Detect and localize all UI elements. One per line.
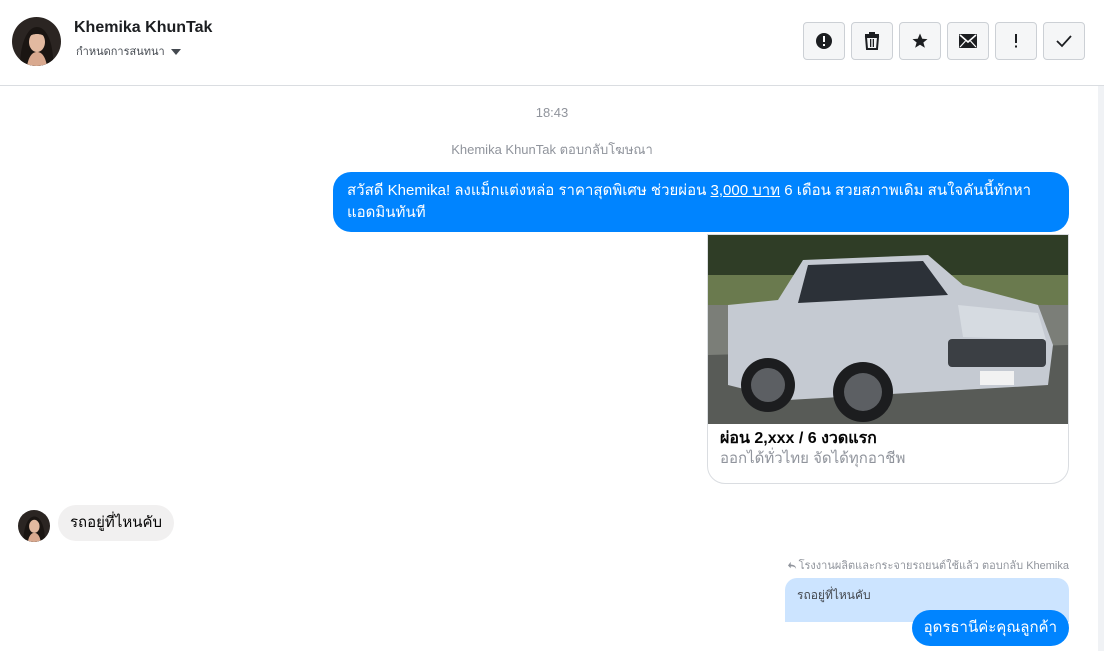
mark-spam-button[interactable] [803, 22, 845, 60]
ad-card[interactable]: ผ่อน 2,xxx / 6 งวดแรก ออกได้ทั่วไทย จัดไ… [707, 234, 1069, 484]
exclamation-icon [1015, 34, 1017, 48]
mark-done-button[interactable] [1043, 22, 1085, 60]
outgoing-message-text: สวัสดี Khemika! ลงแม็กแต่งหล่อ ราคาสุดพิ… [347, 182, 711, 199]
trash-icon [864, 32, 880, 50]
conversation-toolbar [803, 22, 1085, 60]
message-thread: 18:43 Khemika KhunTak ตอบกลับโฆษณา สวัสด… [0, 86, 1104, 651]
contact-avatar[interactable] [12, 17, 61, 66]
assign-conversation-dropdown[interactable]: กำหนดการสนทนา [76, 42, 181, 60]
message-timestamp: 18:43 [535, 105, 569, 120]
reply-quote-note: โรงงานผลิตและกระจายรถยนต์ใช้แล้ว ตอบกลับ… [787, 556, 1069, 574]
caret-down-icon [170, 48, 181, 55]
mark-unread-button[interactable] [947, 22, 989, 60]
envelope-icon [959, 34, 977, 48]
conversation-header: Khemika KhunTak กำหนดการสนทนา [0, 0, 1104, 86]
alert-circle-icon [816, 33, 832, 49]
star-icon [912, 33, 928, 48]
reply-message-bubble: อุดรธานีค่ะคุณลูกค้า [911, 610, 1069, 646]
checkmark-icon [1056, 35, 1072, 48]
star-button[interactable] [899, 22, 941, 60]
outgoing-message-bubble: สวัสดี Khemika! ลงแม็กแต่งหล่อ ราคาสุดพิ… [333, 172, 1069, 232]
assign-label: กำหนดการสนทนา [76, 46, 165, 58]
ad-reply-note: Khemika KhunTak ตอบกลับโฆษณา [451, 142, 653, 157]
delete-button[interactable] [851, 22, 893, 60]
reply-quote-note-text: โรงงานผลิตและกระจายรถยนต์ใช้แล้ว ตอบกลับ… [798, 560, 1069, 572]
ad-card-subtitle: ออกได้ทั่วไทย จัดได้ทุกอาชีพ [720, 450, 906, 467]
price-highlight: 3,000 บาท [710, 182, 781, 199]
follow-up-button[interactable] [995, 22, 1037, 60]
reply-arrow-icon [787, 561, 796, 569]
contact-name[interactable]: Khemika KhunTak [74, 19, 212, 37]
incoming-message-bubble: รถอยู่ที่ไหนคับ [58, 505, 175, 541]
sender-avatar [18, 510, 50, 542]
ad-card-image [708, 235, 1068, 424]
thread-scrollbar[interactable] [1098, 86, 1104, 651]
